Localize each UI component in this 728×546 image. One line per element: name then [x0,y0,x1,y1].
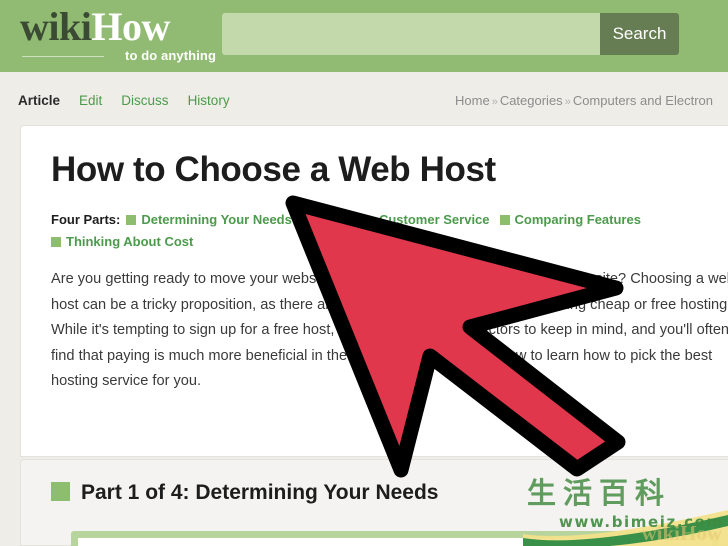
part-1-section: Part 1 of 4: Determining Your Needs [20,459,728,546]
part-1-heading: Part 1 of 4: Determining Your Needs [51,480,438,506]
site-header: wikiHow to do anything Search [0,0,728,72]
part-bullet-icon [301,215,312,225]
tab-list: Article Edit Discuss History [18,93,230,109]
part-link-thinking-about-cost[interactable]: Thinking About Cost [51,234,193,249]
search-bar: Search [222,13,679,55]
page-title: How to Choose a Web Host [51,150,496,189]
breadcrumb: Home» Categories» Computers and Electron [455,93,728,110]
search-input[interactable] [222,13,600,55]
logo-how-text: How [91,4,170,49]
logo-wiki-text: wiki [20,4,92,49]
tab-history[interactable]: History [188,93,230,109]
part-link-label: Checking Customer Service [316,212,490,227]
logo-tagline-row: to do anything [22,47,220,65]
logo-wordmark: wikiHow [20,5,220,49]
tab-article[interactable]: Article [18,93,60,109]
step-1-box [71,531,719,546]
article-card: How to Choose a Web Host Four Parts: Dete… [20,125,728,457]
part-link-label: Comparing Features [514,212,641,227]
breadcrumb-item-computers-and-electronics[interactable]: Computers and Electron [573,93,713,108]
part-bullet-icon [126,215,137,225]
breadcrumb-item-home[interactable]: Home [455,93,490,108]
logo-tagline-rule [22,56,104,57]
part-heading-bullet-icon [51,482,70,501]
parts-label: Four Parts: [51,212,121,227]
part-bullet-icon [51,237,61,247]
article-tabbar: Article Edit Discuss History Home» Catego… [0,72,728,125]
part-link-determining-your-needs[interactable]: Determining Your Needs [126,212,292,227]
screenshot-root: wikiHow to do anything Search Article Ed… [0,0,728,546]
breadcrumb-separator: » [491,96,498,108]
parts-summary: Four Parts: Determining Your Needs Checkin… [51,209,723,253]
part-link-comparing-features[interactable]: Comparing Features [499,212,641,227]
part-bullet-icon [499,215,510,225]
article-intro-paragraph: Are you getting ready to move your websi… [51,271,728,389]
wikihow-logo[interactable]: wikiHow to do anything [20,5,220,67]
tab-edit[interactable]: Edit [79,93,102,109]
part-link-label: Determining Your Needs [141,212,292,227]
part-link-checking-customer-service[interactable]: Checking Customer Service [301,212,490,227]
breadcrumb-separator: » [564,96,571,108]
part-heading-label: Part 1 of 4: Determining Your Needs [81,481,439,504]
tab-discuss[interactable]: Discuss [121,93,168,109]
logo-tagline: to do anything [125,48,216,63]
search-button[interactable]: Search [600,13,679,55]
part-link-label: Thinking About Cost [66,234,194,249]
breadcrumb-item-categories[interactable]: Categories [500,93,563,108]
